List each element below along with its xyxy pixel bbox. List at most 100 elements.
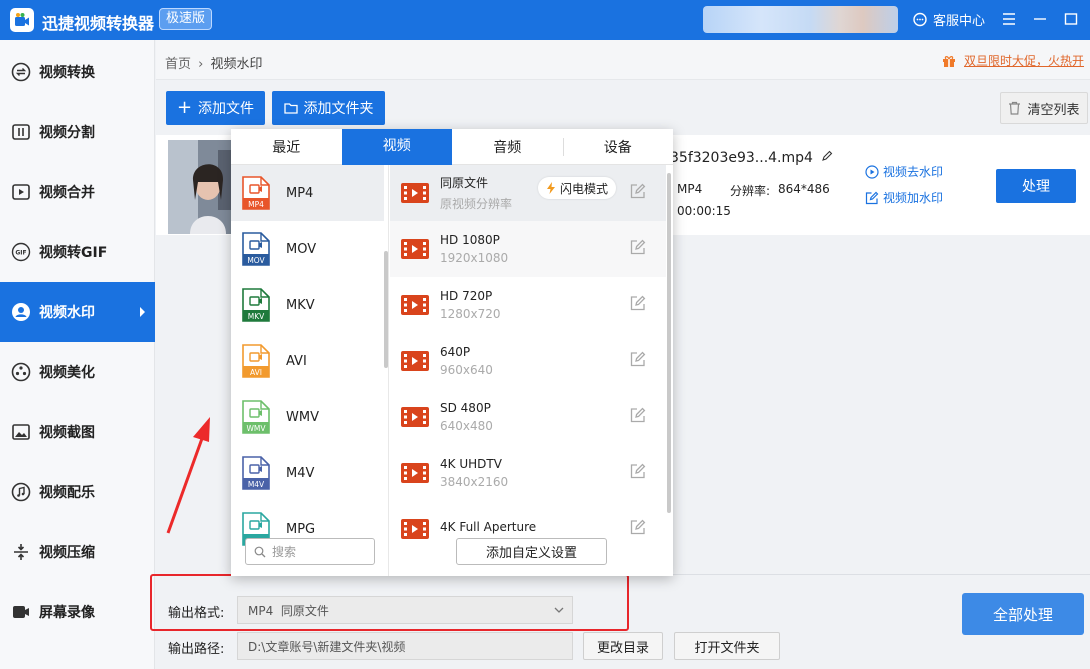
format-item-avi[interactable]: AVI AVI — [231, 333, 384, 389]
watermark-icon — [10, 301, 32, 323]
tab-video[interactable]: 视频 — [341, 129, 452, 165]
file-name: 35f3203e93...4.mp4 — [670, 150, 833, 166]
preset-item[interactable]: HD 720P 1280x720 — [390, 277, 666, 333]
preset-text: 4K UHDTV 3840x2160 — [440, 457, 508, 489]
service-center-button[interactable]: 客服中心 — [912, 10, 985, 29]
highlight-box — [150, 574, 629, 631]
sidebar-item-label: 视频转GIF — [39, 245, 108, 261]
format-tag: WMV — [246, 424, 266, 433]
format-item-m4v[interactable]: M4V M4V — [231, 445, 384, 501]
add-watermark-link[interactable]: 视频加水印 — [865, 189, 943, 206]
tab-device[interactable]: 设备 — [563, 129, 674, 165]
preset-item[interactable]: HD 1080P 1920x1080 — [390, 221, 666, 277]
change-directory-button[interactable]: 更改目录 — [583, 632, 663, 660]
preset-item[interactable]: 640P 960x640 — [390, 333, 666, 389]
sidebar-item-split[interactable]: 视频分割 — [0, 102, 155, 162]
sidebar-item-convert[interactable]: 视频转换 — [0, 42, 155, 102]
file-format-icon: MKV — [242, 288, 270, 322]
edit-icon[interactable] — [630, 463, 646, 483]
tab-audio[interactable]: 音频 — [452, 129, 563, 165]
sidebar-item-merge[interactable]: 视频合并 — [0, 162, 155, 222]
preset-resolution: 1280x720 — [440, 307, 501, 321]
output-path-field[interactable]: D:\文章账号\新建文件夹\视频 — [237, 632, 573, 660]
format-tag: MOV — [247, 256, 265, 265]
remove-watermark-link[interactable]: 视频去水印 — [865, 163, 943, 180]
preset-name: 4K Full Aperture — [440, 520, 537, 534]
add-folder-button[interactable]: 添加文件夹 — [272, 91, 385, 125]
sidebar-item-label: 视频美化 — [39, 365, 95, 381]
edit-icon[interactable] — [630, 183, 646, 203]
file-format-icon: MOV — [242, 232, 270, 266]
format-item-mkv[interactable]: MKV MKV — [231, 277, 384, 333]
format-list-scrollbar[interactable] — [384, 251, 388, 368]
preset-resolution: 原视频分辨率 — [440, 197, 513, 211]
preset-item[interactable]: 4K UHDTV 3840x2160 — [390, 445, 666, 501]
add-file-button[interactable]: + 添加文件 — [166, 91, 265, 125]
sidebar-item-gif[interactable]: GIF 视频转GIF — [0, 222, 155, 282]
open-folder-button[interactable]: 打开文件夹 — [674, 632, 780, 660]
format-name: WMV — [286, 409, 319, 425]
format-name: MP4 — [286, 185, 314, 201]
sidebar-item-watermark[interactable]: 视频水印 — [0, 282, 155, 342]
preset-name: 4K UHDTV — [440, 457, 502, 471]
format-tag: M4V — [248, 480, 265, 489]
format-item-wmv[interactable]: WMV WMV — [231, 389, 384, 445]
preset-name: HD 720P — [440, 289, 493, 303]
resolution-label: 分辨率: — [730, 184, 771, 198]
compress-icon — [10, 541, 32, 563]
sidebar-item-label: 视频截图 — [39, 425, 95, 441]
preset-resolution: 640x480 — [440, 419, 493, 433]
music-icon — [10, 481, 32, 503]
sidebar-item-beautify[interactable]: 视频美化 — [0, 342, 155, 402]
film-icon — [401, 295, 429, 315]
sidebar-item-record[interactable]: 屏幕录像 — [0, 582, 155, 642]
file-format-icon: M4V — [242, 456, 270, 490]
menu-icon[interactable] — [998, 8, 1020, 30]
preset-text: HD 720P 1280x720 — [440, 289, 501, 321]
preset-name: 同原文件 — [440, 176, 489, 190]
clear-list-button[interactable]: 清空列表 — [1000, 92, 1088, 124]
minimize-icon[interactable] — [1029, 8, 1051, 30]
preset-text: 640P 960x640 — [440, 345, 493, 377]
preset-resolution: 1920x1080 — [440, 251, 509, 265]
add-custom-setting-button[interactable]: 添加自定义设置 — [456, 538, 607, 565]
breadcrumb-home[interactable]: 首页 — [165, 57, 191, 72]
trash-icon — [1009, 101, 1021, 115]
tab-recent[interactable]: 最近 — [231, 129, 342, 165]
blurred-account-area[interactable] — [703, 6, 898, 33]
preset-item[interactable]: 同原文件原视频分辨率 闪电模式 — [390, 165, 666, 221]
sidebar-item-screenshot[interactable]: 视频截图 — [0, 402, 155, 462]
edit-icon[interactable] — [630, 407, 646, 427]
breadcrumb-current: 视频水印 — [210, 57, 263, 72]
promo-banner[interactable]: 双旦限时大促，火热开 — [942, 52, 1084, 69]
preset-list: 4K Full Aperture 4K UHDTV 3840x2160 SD 480P… — [390, 165, 673, 576]
format-search-input[interactable]: 搜索 — [245, 538, 375, 565]
format-popup: 最近 视频 音频 设备 MPG M4V M4V WMV WMV AVI AVI MKV MKV MOV M… — [231, 129, 673, 576]
flash-mode-badge[interactable]: 闪电模式 — [538, 177, 617, 199]
preset-list-scrollbar[interactable] — [667, 173, 671, 513]
format-item-mp4[interactable]: MP4 MP4 — [231, 165, 384, 221]
edit-icon[interactable] — [630, 295, 646, 315]
process-all-button[interactable]: 全部处理 — [962, 593, 1084, 635]
edit-square-icon — [865, 191, 879, 204]
search-placeholder: 搜索 — [272, 545, 297, 559]
breadcrumb: 首页 › 视频水印 — [165, 53, 263, 72]
preset-item[interactable]: SD 480P 640x480 — [390, 389, 666, 445]
edit-icon[interactable] — [630, 351, 646, 371]
sidebar-item-music[interactable]: 视频配乐 — [0, 462, 155, 522]
merge-icon — [10, 181, 32, 203]
search-icon — [254, 546, 266, 557]
format-list: MPG M4V M4V WMV WMV AVI AVI MKV MKV MOV MOV MP4 MP4 … — [231, 165, 389, 576]
sidebar-item-label: 视频转换 — [39, 65, 95, 81]
edit-icon[interactable] — [630, 239, 646, 259]
sidebar-item-compress[interactable]: 视频压缩 — [0, 522, 155, 582]
process-button[interactable]: 处理 — [996, 169, 1076, 203]
add-watermark-label: 视频加水印 — [883, 191, 944, 205]
screenshot-icon — [10, 421, 32, 443]
format-item-mov[interactable]: MOV MOV — [231, 221, 384, 277]
edit-icon[interactable] — [630, 519, 646, 539]
maximize-icon[interactable] — [1060, 8, 1082, 30]
breadcrumb-separator: › — [198, 57, 204, 72]
pencil-icon[interactable] — [821, 150, 833, 162]
flash-mode-label: 闪电模式 — [560, 181, 609, 196]
